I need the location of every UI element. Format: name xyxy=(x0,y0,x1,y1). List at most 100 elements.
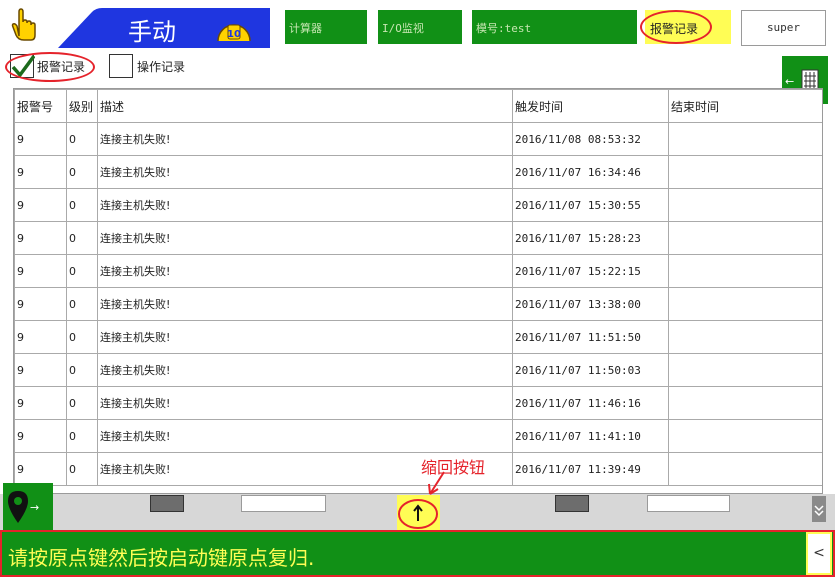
trigger-time-cell: 2016/11/07 11:51:50 xyxy=(512,320,669,354)
description-cell: 连接主机失败! xyxy=(97,221,513,255)
column-header: 级别 xyxy=(66,89,98,123)
dial-value: 10 xyxy=(227,29,241,40)
alarm-number-cell: 9 xyxy=(14,452,67,486)
collapse-annotation: 缩回按钮 xyxy=(421,458,486,477)
level-cell: 0 xyxy=(66,221,98,255)
trigger-time-cell: 2016/11/07 15:22:15 xyxy=(512,254,669,288)
end-time-cell xyxy=(668,452,822,486)
alarm-records-checkbox[interactable] xyxy=(10,54,36,78)
table-row[interactable]: 9 0 连接主机失败! 2016/11/07 15:22:15 xyxy=(14,254,822,288)
trigger-time-cell: 2016/11/07 15:28:23 xyxy=(512,221,669,255)
trigger-time-cell: 2016/11/07 13:38:00 xyxy=(512,287,669,321)
trigger-time-cell: 2016/11/07 11:46:16 xyxy=(512,386,669,420)
location-button[interactable]: → xyxy=(3,483,53,531)
level-cell: 0 xyxy=(66,155,98,189)
scroll-down-icon[interactable] xyxy=(812,496,826,522)
svg-text:→: → xyxy=(30,501,39,514)
alarm-number-cell: 9 xyxy=(14,122,67,156)
trigger-time-cell: 2016/11/07 11:39:49 xyxy=(512,452,669,486)
trigger-time-cell: 2016/11/07 11:50:03 xyxy=(512,353,669,387)
speed-dial-icon: 10 xyxy=(214,11,254,45)
description-cell: 连接主机失败! xyxy=(97,188,513,222)
column-header: 触发时间 xyxy=(512,89,669,123)
level-cell: 0 xyxy=(66,254,98,288)
mode-label: 手动 xyxy=(128,18,176,46)
trigger-time-cell: 2016/11/08 08:53:32 xyxy=(512,122,669,156)
end-time-cell xyxy=(668,122,822,156)
io-monitor-button[interactable]: I/O监视 xyxy=(378,10,462,44)
checkmark-icon xyxy=(11,54,36,78)
svg-text:←: ← xyxy=(785,75,794,88)
alarm-number-cell: 9 xyxy=(14,188,67,222)
alarm-number-cell: 9 xyxy=(14,287,67,321)
description-cell: 连接主机失败! xyxy=(97,287,513,321)
hand-pointer-icon[interactable] xyxy=(6,6,42,42)
column-header: 报警号 xyxy=(14,89,67,123)
level-cell: 0 xyxy=(66,353,98,387)
level-cell: 0 xyxy=(66,419,98,453)
end-time-cell xyxy=(668,155,822,189)
collapse-button[interactable] xyxy=(397,495,440,530)
end-time-cell xyxy=(668,386,822,420)
level-cell: 0 xyxy=(66,188,98,222)
operation-records-checkbox[interactable] xyxy=(109,54,133,78)
table-row[interactable]: 9 0 连接主机失败! 2016/11/07 11:46:16 xyxy=(14,386,822,420)
table-row[interactable]: 9 0 连接主机失败! 2016/11/07 11:39:49 xyxy=(14,452,822,486)
chevron-left-icon[interactable]: < xyxy=(806,532,832,575)
level-cell: 0 xyxy=(66,452,98,486)
alarm-number-cell: 9 xyxy=(14,221,67,255)
operation-records-label: 操作记录 xyxy=(137,60,186,74)
alarm-number-cell: 9 xyxy=(14,254,67,288)
alarm-record-button[interactable]: 报警记录 xyxy=(645,10,731,44)
table-row[interactable]: 9 0 连接主机失败! 2016/11/07 11:51:50 xyxy=(14,320,822,354)
description-cell: 连接主机失败! xyxy=(97,254,513,288)
table-row[interactable]: 9 0 连接主机失败! 2016/11/07 13:38:00 xyxy=(14,287,822,321)
end-time-cell xyxy=(668,353,822,387)
alarm-table: 报警号 级别 描述 触发时间 结束时间 9 0 连接主机失败! 2016/11/08 … xyxy=(13,88,823,494)
description-cell: 连接主机失败! xyxy=(97,155,513,189)
description-cell: 连接主机失败! xyxy=(97,419,513,453)
mold-number-button[interactable]: 模号:test xyxy=(472,10,637,44)
table-row[interactable]: 9 0 连接主机失败! 2016/11/08 08:53:32 xyxy=(14,122,822,156)
description-cell: 连接主机失败! xyxy=(97,122,513,156)
alarm-number-cell: 9 xyxy=(14,353,67,387)
table-row[interactable]: 9 0 连接主机失败! 2016/11/07 15:28:23 xyxy=(14,221,822,255)
end-time-cell xyxy=(668,188,822,222)
description-cell: 连接主机失败! xyxy=(97,353,513,387)
indicator-box xyxy=(150,495,184,512)
calculator-button[interactable]: 计算器 xyxy=(285,10,367,44)
description-cell: 连接主机失败! xyxy=(97,386,513,420)
description-cell: 连接主机失败! xyxy=(97,320,513,354)
end-time-cell xyxy=(668,254,822,288)
trigger-time-cell: 2016/11/07 15:30:55 xyxy=(512,188,669,222)
alarm-number-cell: 9 xyxy=(14,155,67,189)
status-message: 请按原点键然后按启动键原点复归. xyxy=(8,546,315,570)
end-time-cell xyxy=(668,287,822,321)
table-row[interactable]: 9 0 连接主机失败! 2016/11/07 15:30:55 xyxy=(14,188,822,222)
level-cell: 0 xyxy=(66,122,98,156)
field-box[interactable] xyxy=(647,495,730,512)
alarm-records-label: 报警记录 xyxy=(37,60,86,74)
indicator-box xyxy=(555,495,589,512)
level-cell: 0 xyxy=(66,320,98,354)
table-row[interactable]: 9 0 连接主机失败! 2016/11/07 11:41:10 xyxy=(14,419,822,453)
table-row[interactable]: 9 0 连接主机失败! 2016/11/07 16:34:46 xyxy=(14,155,822,189)
column-header: 描述 xyxy=(97,89,513,123)
trigger-time-cell: 2016/11/07 11:41:10 xyxy=(512,419,669,453)
end-time-cell xyxy=(668,320,822,354)
end-time-cell xyxy=(668,419,822,453)
end-time-cell xyxy=(668,221,822,255)
level-cell: 0 xyxy=(66,287,98,321)
trigger-time-cell: 2016/11/07 16:34:46 xyxy=(512,155,669,189)
table-header-row: 报警号 级别 描述 触发时间 结束时间 xyxy=(14,89,822,123)
alarm-number-cell: 9 xyxy=(14,386,67,420)
table-row[interactable]: 9 0 连接主机失败! 2016/11/07 11:50:03 xyxy=(14,353,822,387)
column-header: 结束时间 xyxy=(668,89,822,123)
level-cell: 0 xyxy=(66,386,98,420)
status-bar: 请按原点键然后按启动键原点复归. xyxy=(0,530,835,577)
map-pin-icon: → xyxy=(8,491,39,523)
top-bar: 手动 10 计算器 I/O监视 模号:test 报警记录 super xyxy=(0,0,835,48)
alarm-number-cell: 9 xyxy=(14,320,67,354)
user-button[interactable]: super xyxy=(741,10,826,46)
field-box[interactable] xyxy=(241,495,326,512)
